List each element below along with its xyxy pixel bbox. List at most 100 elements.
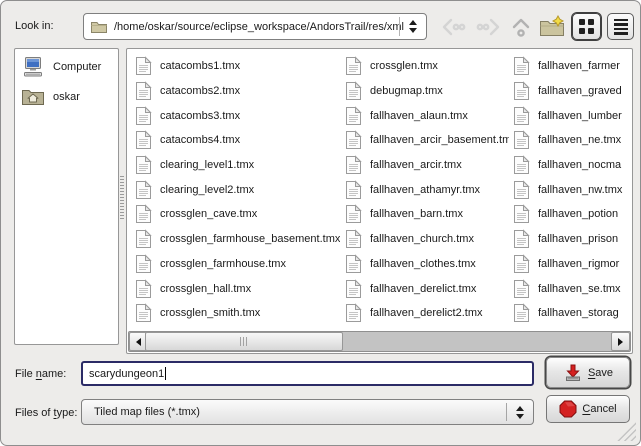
file-icon (135, 204, 152, 224)
scrollbar-grip-icon (240, 337, 248, 346)
file-item[interactable]: fallhaven_storag (513, 301, 631, 326)
file-item[interactable]: fallhaven_arcir_basement.tmx (345, 128, 509, 153)
up-folder-button[interactable] (507, 13, 535, 40)
file-item[interactable]: fallhaven_alaun.tmx (345, 103, 509, 128)
files-of-type-combobox[interactable]: Tiled map files (*.tmx) (81, 399, 534, 425)
file-item[interactable]: fallhaven_graved (513, 79, 631, 104)
file-item[interactable]: fallhaven_prison (513, 227, 631, 252)
sidebar-item-label: oskar (53, 91, 80, 103)
file-icon (135, 180, 152, 200)
file-item-label: fallhaven_athamyr.tmx (370, 184, 480, 196)
file-icon (345, 56, 362, 76)
file-item[interactable]: fallhaven_se.tmx (513, 276, 631, 301)
file-item[interactable]: clearing_level2.tmx (135, 177, 340, 202)
combo-spinner-icon (506, 403, 533, 421)
file-item-label: catacombs1.tmx (160, 60, 240, 72)
sidebar-item-computer[interactable]: Computer (15, 52, 118, 82)
file-item[interactable]: crossglen_cave.tmx (135, 202, 340, 227)
files-of-type-label: Files of type: (15, 407, 77, 419)
file-icon (345, 229, 362, 249)
file-item-label: fallhaven_derelict2.tmx (370, 307, 483, 319)
file-item[interactable]: fallhaven_lumber (513, 103, 631, 128)
dialog-window: Look in: /home/oskar/source/eclipse_work… (0, 0, 641, 446)
scrollbar-thumb[interactable] (145, 332, 343, 351)
grid-view-button[interactable] (572, 13, 601, 40)
resize-grip[interactable] (615, 420, 636, 441)
sidebar-item-label: Computer (53, 61, 101, 73)
file-column: fallhaven_farmer fallhaven_graved (513, 54, 631, 326)
file-item[interactable]: fallhaven_nocma (513, 153, 631, 178)
file-item[interactable]: catacombs2.tmx (135, 79, 340, 104)
file-item[interactable]: crossglen_farmhouse_basement.tmx (135, 227, 340, 252)
save-button-label: Save (588, 367, 613, 379)
file-item-label: fallhaven_lumber (538, 110, 622, 122)
new-folder-button[interactable] (537, 13, 567, 40)
file-item[interactable]: catacombs3.tmx (135, 103, 340, 128)
file-item-label: clearing_level2.tmx (160, 184, 254, 196)
file-icon (513, 81, 530, 101)
file-item[interactable]: fallhaven_arcir.tmx (345, 153, 509, 178)
file-item[interactable]: crossglen.tmx (345, 54, 509, 79)
cancel-button[interactable]: Cancel (546, 395, 630, 423)
file-item[interactable]: fallhaven_ne.tmx (513, 128, 631, 153)
file-item-label: fallhaven_derelict.tmx (370, 283, 476, 295)
file-icon (345, 180, 362, 200)
file-list-panel: catacombs1.tmx catacombs2.tmx (126, 48, 633, 354)
file-icon (513, 106, 530, 126)
file-item-label: crossglen_smith.tmx (160, 307, 260, 319)
file-column: catacombs1.tmx catacombs2.tmx (135, 54, 340, 326)
file-item[interactable]: fallhaven_derelict.tmx (345, 276, 509, 301)
file-item-label: crossglen_farmhouse_basement.tmx (160, 233, 340, 245)
file-item[interactable]: catacombs4.tmx (135, 128, 340, 153)
file-item-label: fallhaven_clothes.tmx (370, 258, 476, 270)
file-item[interactable]: fallhaven_potion (513, 202, 631, 227)
file-item-label: fallhaven_nw.tmx (538, 184, 622, 196)
scroll-right-button[interactable] (611, 332, 630, 351)
file-item-label: fallhaven_church.tmx (370, 233, 474, 245)
file-item-label: crossglen_farmhouse.tmx (160, 258, 286, 270)
file-item-label: fallhaven_ne.tmx (538, 134, 621, 146)
up-folder-icon (507, 15, 535, 39)
save-icon (563, 364, 583, 382)
file-item[interactable]: fallhaven_farmer (513, 54, 631, 79)
file-item[interactable]: debugmap.tmx (345, 79, 509, 104)
sidebar-item-home[interactable]: oskar (15, 82, 118, 112)
save-button[interactable]: Save (546, 357, 630, 388)
file-icon (345, 303, 362, 323)
list-view-button[interactable] (607, 13, 634, 40)
file-item-label: fallhaven_arcir_basement.tmx (370, 134, 509, 146)
look-in-combobox[interactable]: /home/oskar/source/eclipse_workspace/And… (83, 13, 427, 40)
scroll-left-icon (136, 338, 141, 346)
cancel-icon (559, 400, 577, 418)
file-item[interactable]: fallhaven_derelict2.tmx (345, 301, 509, 326)
file-item[interactable]: crossglen_smith.tmx (135, 301, 340, 326)
file-item[interactable]: fallhaven_rigmor (513, 252, 631, 277)
file-icon (345, 279, 362, 299)
file-item-label: fallhaven_nocma (538, 159, 621, 171)
file-item[interactable]: crossglen_farmhouse.tmx (135, 252, 340, 277)
panel-splitter[interactable] (120, 176, 124, 220)
file-item[interactable]: catacombs1.tmx (135, 54, 340, 79)
back-icon (439, 16, 467, 38)
file-item[interactable]: fallhaven_barn.tmx (345, 202, 509, 227)
file-item[interactable]: clearing_level1.tmx (135, 153, 340, 178)
file-name-input[interactable]: scarydungeon1 (81, 361, 534, 386)
file-icon (345, 130, 362, 150)
file-item[interactable]: fallhaven_nw.tmx (513, 177, 631, 202)
file-item[interactable]: fallhaven_athamyr.tmx (345, 177, 509, 202)
back-button[interactable] (439, 13, 467, 40)
file-item[interactable]: fallhaven_clothes.tmx (345, 252, 509, 277)
file-item-label: crossglen_cave.tmx (160, 208, 257, 220)
horizontal-scrollbar[interactable] (128, 331, 631, 352)
file-item[interactable]: fallhaven_church.tmx (345, 227, 509, 252)
file-item[interactable]: crossglen_hall.tmx (135, 276, 340, 301)
file-icon (513, 180, 530, 200)
file-item-label: debugmap.tmx (370, 85, 443, 97)
file-icon (135, 254, 152, 274)
file-item-label: fallhaven_se.tmx (538, 283, 621, 295)
file-icon (345, 155, 362, 175)
file-item-label: crossglen.tmx (370, 60, 438, 72)
file-icon (513, 279, 530, 299)
forward-button[interactable] (475, 13, 503, 40)
file-icon (513, 254, 530, 274)
